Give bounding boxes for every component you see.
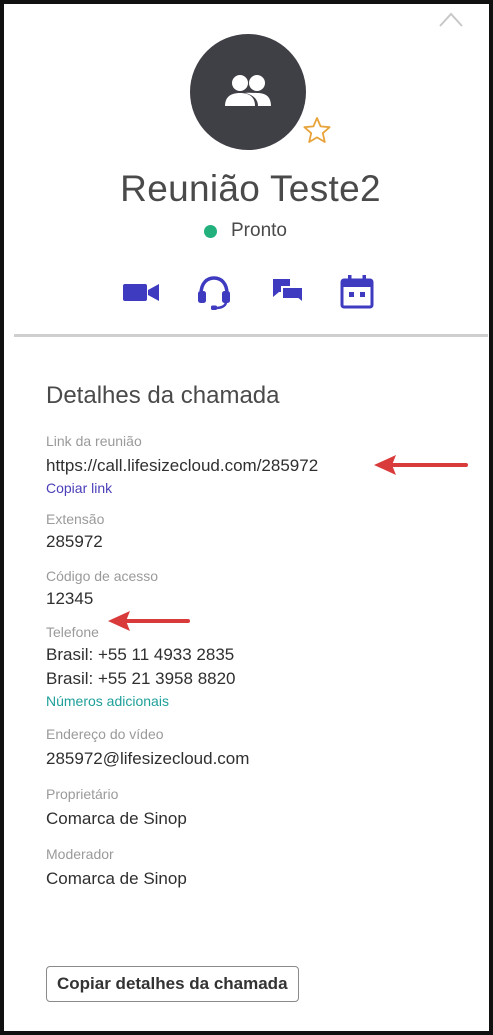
meeting-avatar: [190, 34, 306, 150]
extension-field: Extensão 285972: [46, 510, 476, 554]
video-icon: [123, 284, 159, 301]
owner-field: Proprietário Comarca de Sinop: [46, 785, 476, 831]
meeting-link-label: Link da reunião: [46, 433, 142, 449]
group-icon: [225, 75, 271, 106]
moderator-label: Moderador: [46, 846, 114, 862]
panel-edge: [491, 24, 492, 1024]
video-call-button[interactable]: [119, 272, 163, 312]
chat-button[interactable]: [266, 272, 310, 312]
star-icon[interactable]: [302, 116, 332, 144]
audio-call-button[interactable]: [192, 272, 236, 312]
schedule-button[interactable]: [335, 272, 379, 312]
moderator-value: Comarca de Sinop: [46, 869, 187, 888]
more-numbers-link[interactable]: Números adicionais: [46, 691, 476, 711]
owner-value: Comarca de Sinop: [46, 809, 187, 828]
phone-number: Brasil: +55 11 4933 2835: [46, 645, 235, 664]
phone-number: Brasil: +55 21 3958 8820: [46, 669, 236, 688]
calendar-icon: [340, 275, 374, 309]
close-icon[interactable]: [436, 8, 466, 28]
owner-label: Proprietário: [46, 786, 119, 802]
phone-field: Telefone Brasil: +55 11 4933 2835 Brasil…: [46, 623, 476, 711]
access-code-label: Código de acesso: [46, 568, 159, 584]
status-indicator: Pronto: [204, 220, 287, 242]
details-heading: Detalhes da chamada: [46, 382, 280, 409]
annotation-arrow-icon: [374, 455, 468, 475]
video-address-field: Endereço do vídeo 285972@lifesizecloud.c…: [46, 725, 476, 771]
status-dot: [204, 224, 217, 238]
copy-link-button[interactable]: Copiar link: [46, 478, 476, 498]
copy-details-button[interactable]: Copiar detalhes da chamada: [46, 966, 299, 1002]
video-address-value: 285972@lifesizecloud.com: [46, 749, 250, 768]
call-details-panel: Reunião Teste2 Pronto Detalhes da chamad…: [0, 0, 493, 1035]
meeting-title: Reunião Teste2: [120, 168, 381, 209]
extension-value: 285972: [46, 532, 103, 551]
annotation-arrow-icon: [108, 611, 190, 631]
extension-label: Extensão: [46, 511, 105, 527]
moderator-field: Moderador Comarca de Sinop: [46, 845, 476, 891]
headset-icon: [198, 276, 230, 310]
chat-icon: [273, 279, 304, 306]
section-divider: [14, 334, 488, 337]
action-bar: [4, 272, 489, 312]
status-text: Pronto: [231, 220, 287, 241]
access-code-field: Código de acesso 12345: [46, 567, 476, 611]
video-address-label: Endereço do vídeo: [46, 726, 164, 742]
